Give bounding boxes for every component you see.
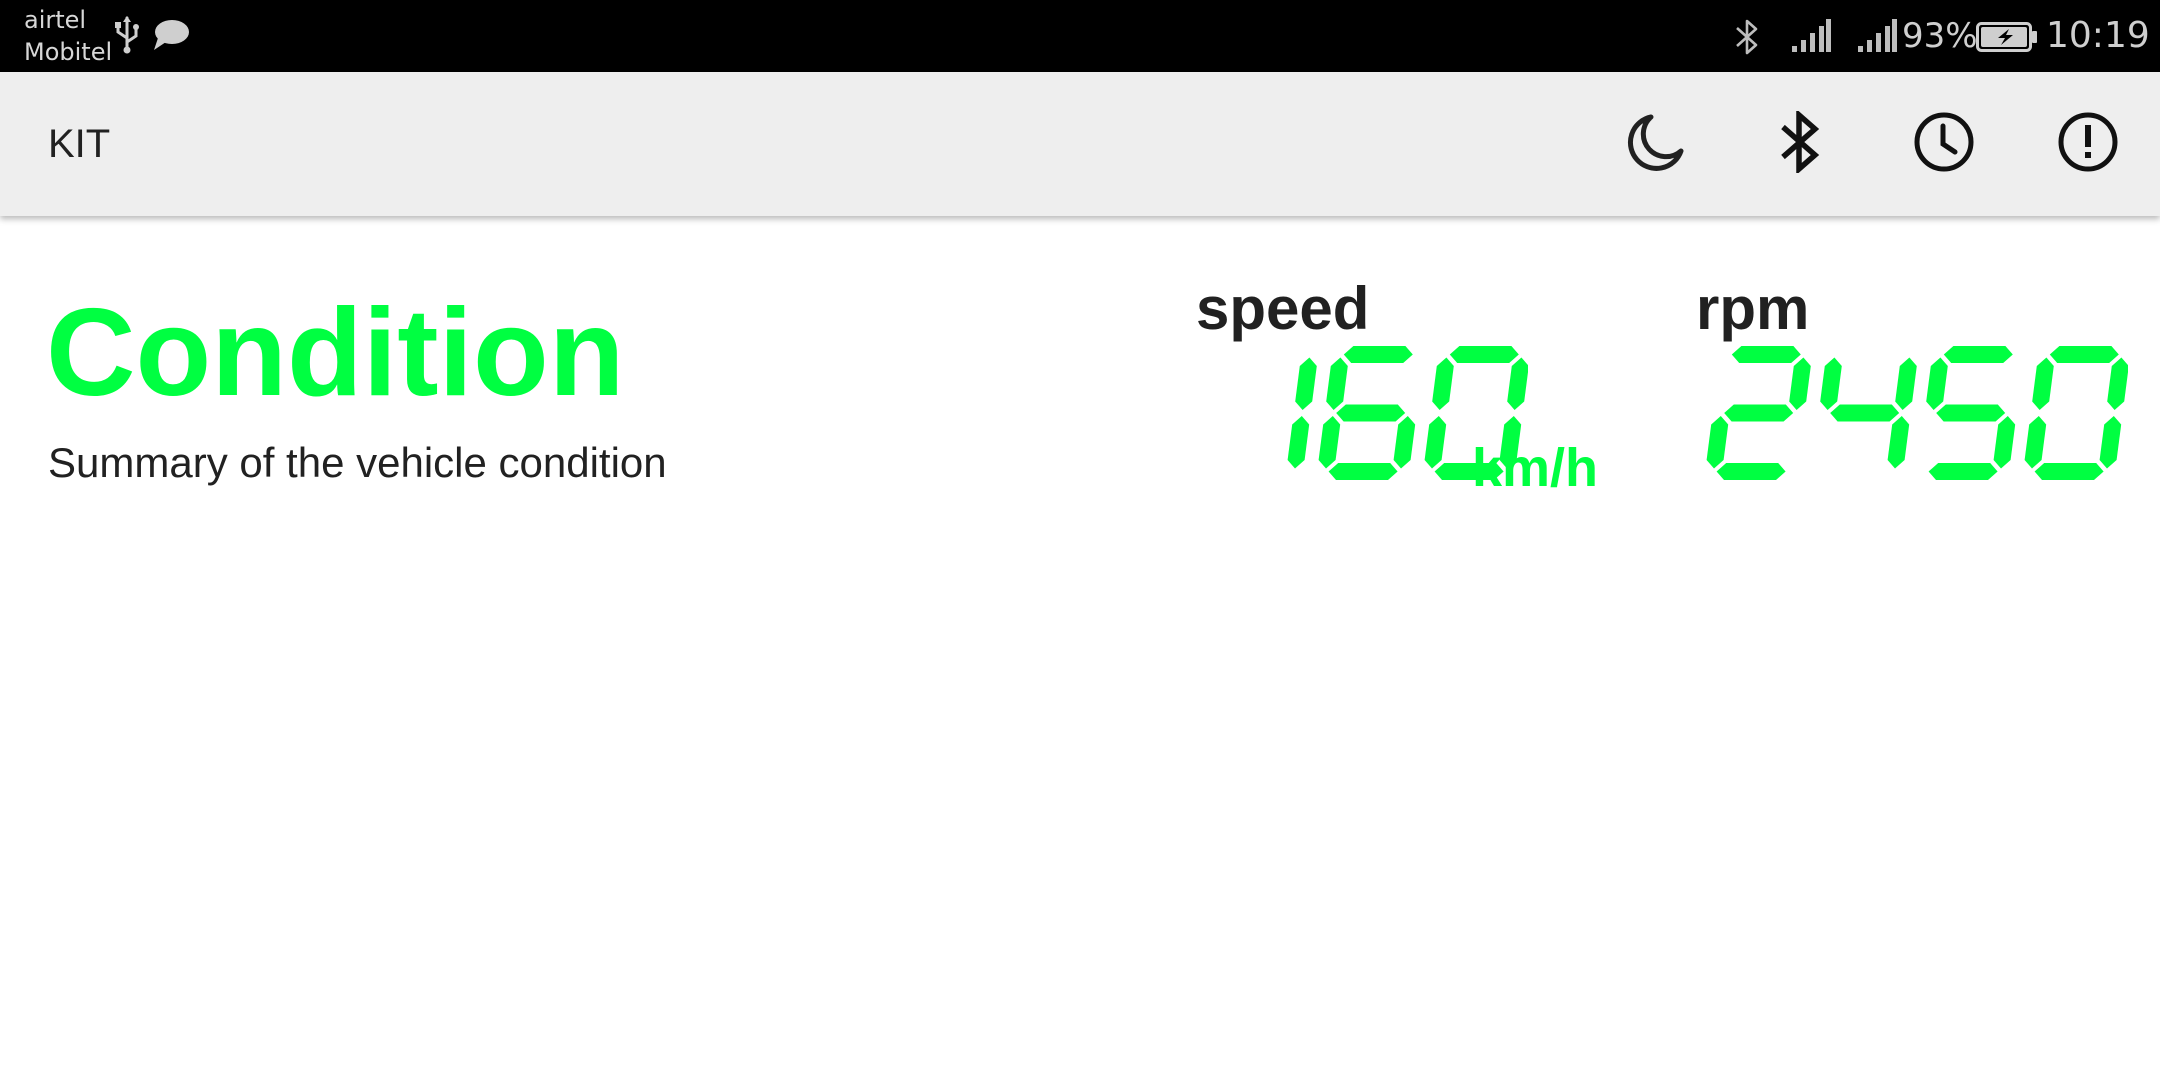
digit-segment bbox=[1318, 416, 1341, 469]
alert-circle-icon bbox=[2057, 111, 2119, 178]
status-bar: airtel Mobitel 93% 10:19 bbox=[0, 0, 2160, 72]
digit-segment bbox=[1943, 346, 2013, 363]
digit-segment bbox=[1287, 416, 1310, 469]
digit-segment bbox=[1936, 404, 2006, 422]
digit-segment bbox=[1731, 346, 1801, 363]
speed-unit: km/h bbox=[1472, 438, 1599, 498]
digit-segment bbox=[1820, 357, 1842, 410]
usb-icon bbox=[112, 16, 142, 59]
carrier-info: airtel Mobitel bbox=[24, 4, 112, 68]
digit-segment bbox=[1830, 404, 1900, 422]
speed-label: speed bbox=[1196, 275, 1370, 342]
carrier-2: Mobitel bbox=[24, 38, 113, 66]
digit-segment bbox=[1449, 346, 1519, 363]
digit-segment bbox=[1393, 416, 1416, 469]
digit-segment bbox=[1328, 463, 1398, 480]
digit-segment bbox=[1432, 357, 1454, 410]
digit-segment bbox=[1295, 357, 1317, 410]
digit-segment bbox=[1928, 463, 1998, 480]
about-button[interactable] bbox=[2056, 112, 2120, 176]
rpm-label: rpm bbox=[1696, 275, 1810, 342]
digit-segment bbox=[1507, 357, 1528, 410]
digit-segment bbox=[2032, 357, 2054, 410]
digit-segment bbox=[1993, 416, 2016, 469]
clock-icon bbox=[1913, 111, 1975, 178]
carrier-1: airtel bbox=[24, 6, 87, 34]
page-subtitle: Summary of the vehicle condition bbox=[48, 439, 667, 486]
digit-segment bbox=[1789, 357, 1811, 410]
digit-segment bbox=[2107, 357, 2128, 410]
bluetooth-icon bbox=[1732, 18, 1762, 61]
digit-segment bbox=[1424, 416, 1447, 469]
digit bbox=[1706, 346, 1811, 480]
digit-segment bbox=[2049, 346, 2119, 363]
app-bar: KIT bbox=[0, 72, 2160, 216]
message-icon bbox=[152, 18, 190, 57]
bluetooth-icon bbox=[1777, 108, 1823, 178]
digit bbox=[1287, 357, 1317, 469]
digit-segment bbox=[1926, 357, 1948, 410]
page-title: Condition bbox=[46, 284, 625, 422]
digit-segment bbox=[1716, 463, 1786, 480]
moon-icon bbox=[1625, 111, 1687, 178]
digit-segment bbox=[1895, 357, 1917, 410]
digit-segment bbox=[2024, 416, 2047, 469]
digit bbox=[1318, 346, 1416, 480]
digit-segment bbox=[1343, 346, 1413, 363]
digit-segment bbox=[2099, 416, 2122, 469]
clock: 10:19 bbox=[2046, 15, 2150, 56]
battery-percent: 93% bbox=[1902, 16, 1978, 56]
digit bbox=[2024, 346, 2128, 480]
digit-segment bbox=[2034, 463, 2104, 480]
speed-value bbox=[1210, 344, 1528, 484]
app-title: KIT bbox=[48, 122, 111, 166]
history-button[interactable] bbox=[1912, 112, 1976, 176]
digit bbox=[1820, 357, 1917, 469]
digit-segment bbox=[1724, 404, 1794, 422]
digit-segment bbox=[1706, 416, 1729, 469]
seven-segment-display bbox=[1706, 346, 2128, 480]
battery-charging-icon bbox=[1976, 22, 2038, 57]
digit-segment bbox=[1887, 416, 1910, 469]
signal-icon bbox=[1790, 18, 1832, 59]
signal-icon bbox=[1856, 18, 1898, 59]
rpm-value bbox=[1704, 344, 2128, 484]
bluetooth-button[interactable] bbox=[1768, 108, 1832, 178]
digit bbox=[1926, 346, 2016, 480]
digit-segment bbox=[1336, 404, 1406, 422]
digit-segment bbox=[1326, 357, 1348, 410]
night-mode-button[interactable] bbox=[1624, 112, 1688, 176]
